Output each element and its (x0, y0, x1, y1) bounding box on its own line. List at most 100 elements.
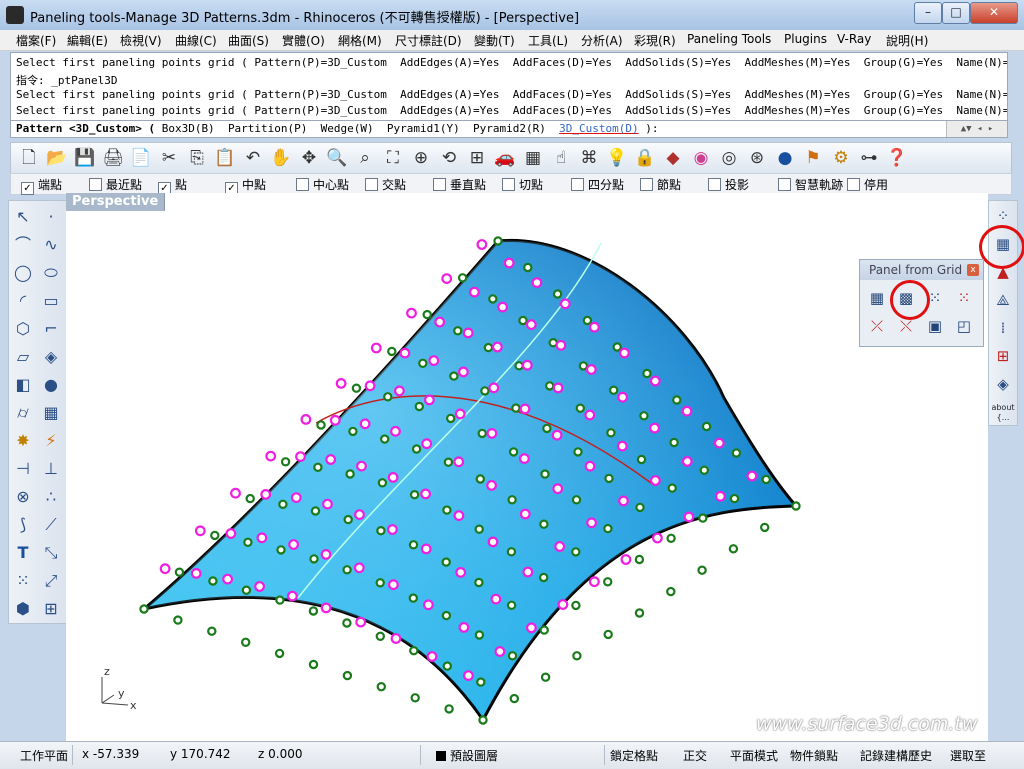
checkbox[interactable] (296, 178, 309, 191)
status-ortho[interactable]: 正交 (683, 747, 707, 764)
osnap-quad[interactable]: 四分點 (571, 176, 624, 193)
osnap-knot[interactable]: 節點 (640, 176, 681, 193)
status-filter[interactable]: 選取至 (950, 747, 986, 764)
osnap-perpendicular[interactable]: 垂直點 (433, 176, 486, 193)
text-icon[interactable]: T (11, 541, 35, 565)
pan-hand-icon[interactable]: ✋ (269, 146, 293, 170)
command-history[interactable]: Select first paneling points grid ( Patt… (10, 52, 1008, 122)
open-folder-icon[interactable]: 📂 (45, 146, 69, 170)
undo-view-icon[interactable]: ⟲ (437, 146, 461, 170)
light-icon[interactable]: 💡 (605, 146, 629, 170)
command-prompt[interactable]: Pattern <3D_Custom> ( Box3D(B) Partition… (10, 120, 1008, 138)
hierarchy-icon[interactable]: ⊶ (857, 146, 881, 170)
checkbox[interactable] (640, 178, 653, 191)
checkbox[interactable] (433, 178, 446, 191)
close-button[interactable]: ✕ (970, 2, 1018, 24)
solid-tools-icon[interactable]: ⬢ (11, 597, 35, 621)
panel-title-bar[interactable]: Panel from Grid x (860, 260, 983, 280)
mesh-tool-icon[interactable]: ▦ (39, 401, 63, 425)
maximize-button[interactable]: □ (942, 2, 970, 24)
menu-dimension[interactable]: 尺寸標註(D) (395, 32, 462, 49)
gear-icon[interactable]: ⚙ (829, 146, 853, 170)
four-views-icon[interactable]: ⊞ (465, 146, 489, 170)
checkbox[interactable] (847, 178, 860, 191)
zoom-icon[interactable]: 🔍 (325, 146, 349, 170)
import-icon[interactable]: 📄 (129, 146, 153, 170)
osnap-smarttrack[interactable]: 智慧軌跡 (778, 176, 843, 193)
osnap-tangent[interactable]: 切點 (502, 176, 543, 193)
status-planar[interactable]: 平面模式 (730, 747, 778, 764)
circle-icon[interactable]: ◯ (11, 261, 35, 285)
panel-cross-icon[interactable]: ⤫ (865, 314, 889, 338)
panel-corner-icon[interactable]: ◰ (952, 314, 976, 338)
minimize-button[interactable]: – (914, 2, 942, 24)
menu-edit[interactable]: 編輯(E) (67, 32, 108, 49)
menu-solid[interactable]: 實體(O) (282, 32, 325, 49)
split-icon[interactable]: ⊥ (39, 457, 63, 481)
box-icon[interactable]: ◧ (11, 373, 35, 397)
menu-curve[interactable]: 曲線(C) (175, 32, 217, 49)
point-icon[interactable]: · (39, 205, 63, 229)
checkbox[interactable] (571, 178, 584, 191)
camera-icon[interactable]: ⌘ (577, 146, 601, 170)
sphere-icon[interactable]: ● (39, 373, 63, 397)
osnap-center[interactable]: 中心點 (296, 176, 349, 193)
save-icon[interactable]: 💾 (73, 146, 97, 170)
zoom-window-icon[interactable]: ⌕ (353, 146, 377, 170)
osnap-project[interactable]: 投影 (708, 176, 749, 193)
checkbox[interactable]: ✓ (21, 182, 34, 195)
menu-plugins[interactable]: Plugins (784, 32, 827, 46)
join-icon[interactable]: ⊣ (11, 457, 35, 481)
option-3d-custom[interactable]: 3D_Custom(D) (559, 122, 638, 135)
layer-icon[interactable]: ◆ (661, 146, 685, 170)
menu-mesh[interactable]: 網格(M) (338, 32, 382, 49)
menu-surface[interactable]: 曲面(S) (228, 32, 269, 49)
panel-close-icon[interactable]: x (967, 264, 979, 276)
menu-tools[interactable]: 工具(L) (528, 32, 568, 49)
status-history[interactable]: 記錄建構歷史 (860, 747, 932, 764)
ellipse-icon[interactable]: ⬭ (39, 261, 63, 285)
status-osnap[interactable]: 物件鎖點 (790, 747, 838, 764)
panel-red-dots-icon[interactable]: ⁙ (952, 286, 976, 310)
menu-help[interactable]: 說明(H) (886, 32, 928, 49)
checkbox[interactable] (708, 178, 721, 191)
osnap-intersection[interactable]: 交點 (365, 176, 406, 193)
command-scroll-arrows[interactable]: ▲▼ ◂ ▸ (946, 121, 1007, 137)
option-pyramid2[interactable]: Pyramid2(R) (473, 122, 546, 135)
panel-block-icon[interactable]: ▣ (923, 314, 947, 338)
lock-icon[interactable]: 🔒 (633, 146, 657, 170)
transform-icon[interactable]: ⤢ (39, 569, 63, 593)
car-icon[interactable]: 🚗 (493, 146, 517, 170)
group-icon[interactable]: ∴ (39, 485, 63, 509)
select-arrow-icon[interactable]: ↖ (11, 205, 35, 229)
curve-icon[interactable]: ∿ (39, 233, 63, 257)
option-partition[interactable]: Partition(P) (228, 122, 307, 135)
ortho-grid-icon[interactable]: ⊞ (990, 343, 1016, 369)
flag-icon[interactable]: ⚑ (801, 146, 825, 170)
diamond-panel-icon[interactable]: ◈ (990, 371, 1016, 397)
surface-icon[interactable]: ▱ (11, 345, 35, 369)
help-icon[interactable]: ❓ (885, 146, 909, 170)
zoom-selected-icon[interactable]: ⊕ (409, 146, 433, 170)
option-wedge[interactable]: Wedge(W) (321, 122, 374, 135)
surface-edit-icon[interactable]: ◈ (39, 345, 63, 369)
grid-icon[interactable]: ▦ (521, 146, 545, 170)
checkbox[interactable] (365, 178, 378, 191)
arc-icon[interactable]: ◜ (11, 289, 35, 313)
fillet-icon[interactable]: ⌐ (39, 317, 63, 341)
menu-vray[interactable]: V-Ray (837, 32, 871, 46)
model-canvas[interactable] (66, 193, 988, 741)
render-sphere-icon[interactable]: ● (773, 146, 797, 170)
menu-transform[interactable]: 變動(T) (474, 32, 515, 49)
polyline-icon[interactable]: ⌒ (11, 233, 35, 257)
status-layer[interactable]: 預設圖層 (436, 747, 498, 764)
offset-icon[interactable]: ⟆ (11, 513, 35, 537)
option-box3d[interactable]: Box3D(B) (162, 122, 215, 135)
panel-grid-icon[interactable]: ▦ (865, 286, 889, 310)
option-pyramid1[interactable]: Pyramid1(Y) (387, 122, 460, 135)
menu-analyze[interactable]: 分析(A) (581, 32, 623, 49)
trim-icon[interactable]: ⚡ (39, 429, 63, 453)
paste-icon[interactable]: 📋 (213, 146, 237, 170)
menu-view[interactable]: 檢視(V) (120, 32, 162, 49)
copy-icon[interactable]: ⎘ (185, 146, 209, 170)
